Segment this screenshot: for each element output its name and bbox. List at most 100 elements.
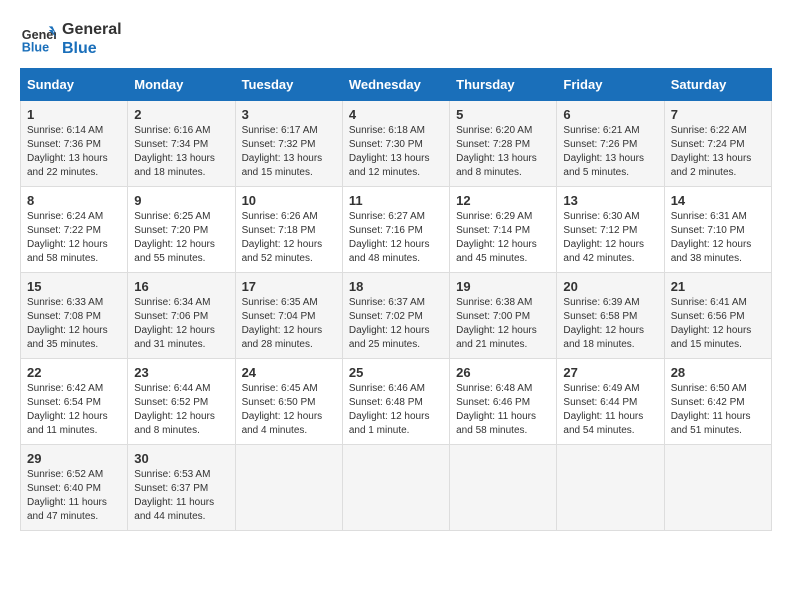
day-info: Sunrise: 6:14 AMSunset: 7:36 PMDaylight:… bbox=[27, 124, 121, 180]
day-number: 19 bbox=[456, 279, 550, 294]
calendar-cell: 5Sunrise: 6:20 AMSunset: 7:28 PMDaylight… bbox=[450, 101, 557, 187]
weekday-header-row: SundayMondayTuesdayWednesdayThursdayFrid… bbox=[21, 69, 772, 101]
day-number: 28 bbox=[671, 365, 765, 380]
day-info: Sunrise: 6:35 AMSunset: 7:04 PMDaylight:… bbox=[242, 296, 336, 352]
calendar-table: SundayMondayTuesdayWednesdayThursdayFrid… bbox=[20, 68, 772, 531]
calendar-cell: 30 Sunrise: 6:53 AMSunset: 6:37 PMDayligh… bbox=[128, 445, 235, 531]
day-number: 8 bbox=[27, 193, 121, 208]
day-number: 6 bbox=[563, 107, 657, 122]
day-number: 20 bbox=[563, 279, 657, 294]
calendar-cell: 17 Sunrise: 6:35 AMSunset: 7:04 PMDayligh… bbox=[235, 273, 342, 359]
weekday-header-tuesday: Tuesday bbox=[235, 69, 342, 101]
day-info: Sunrise: 6:50 AMSunset: 6:42 PMDaylight:… bbox=[671, 382, 765, 438]
calendar-week-5: 29Sunrise: 6:52 AMSunset: 6:40 PMDayligh… bbox=[21, 445, 772, 531]
calendar-cell: 22 Sunrise: 6:42 AMSunset: 6:54 PMDayligh… bbox=[21, 359, 128, 445]
day-info: Sunrise: 6:24 AMSunset: 7:22 PMDaylight:… bbox=[27, 210, 121, 266]
day-number: 10 bbox=[242, 193, 336, 208]
day-info: Sunrise: 6:46 AMSunset: 6:48 PMDaylight:… bbox=[349, 382, 443, 438]
day-info: Sunrise: 6:27 AMSunset: 7:16 PMDaylight:… bbox=[349, 210, 443, 266]
day-info: Sunrise: 6:45 AMSunset: 6:50 PMDaylight:… bbox=[242, 382, 336, 438]
calendar-cell: 6 Sunrise: 6:21 AMSunset: 7:26 PMDaylight… bbox=[557, 101, 664, 187]
calendar-cell: 27 Sunrise: 6:49 AMSunset: 6:44 PMDayligh… bbox=[557, 359, 664, 445]
page-header: General Blue General Blue bbox=[20, 20, 772, 58]
day-info: Sunrise: 6:26 AMSunset: 7:18 PMDaylight:… bbox=[242, 210, 336, 266]
day-number: 27 bbox=[563, 365, 657, 380]
logo-icon: General Blue bbox=[20, 21, 56, 57]
logo-general: General bbox=[62, 20, 122, 39]
calendar-cell bbox=[664, 445, 771, 531]
day-info: Sunrise: 6:20 AMSunset: 7:28 PMDaylight:… bbox=[456, 124, 550, 180]
day-info: Sunrise: 6:31 AMSunset: 7:10 PMDaylight:… bbox=[671, 210, 765, 266]
logo-blue: Blue bbox=[62, 39, 122, 58]
day-number: 18 bbox=[349, 279, 443, 294]
day-info: Sunrise: 6:49 AMSunset: 6:44 PMDaylight:… bbox=[563, 382, 657, 438]
day-info: Sunrise: 6:38 AMSunset: 7:00 PMDaylight:… bbox=[456, 296, 550, 352]
day-info: Sunrise: 6:33 AMSunset: 7:08 PMDaylight:… bbox=[27, 296, 121, 352]
svg-text:Blue: Blue bbox=[22, 41, 49, 55]
day-number: 25 bbox=[349, 365, 443, 380]
day-info: Sunrise: 6:21 AMSunset: 7:26 PMDaylight:… bbox=[563, 124, 657, 180]
weekday-header-friday: Friday bbox=[557, 69, 664, 101]
day-number: 30 bbox=[134, 451, 228, 466]
weekday-header-sunday: Sunday bbox=[21, 69, 128, 101]
calendar-cell: 20 Sunrise: 6:39 AMSunset: 6:58 PMDayligh… bbox=[557, 273, 664, 359]
calendar-cell: 25 Sunrise: 6:46 AMSunset: 6:48 PMDayligh… bbox=[342, 359, 449, 445]
calendar-cell: 14Sunrise: 6:31 AMSunset: 7:10 PMDayligh… bbox=[664, 187, 771, 273]
calendar-week-2: 8 Sunrise: 6:24 AMSunset: 7:22 PMDaylight… bbox=[21, 187, 772, 273]
day-number: 13 bbox=[563, 193, 657, 208]
day-number: 17 bbox=[242, 279, 336, 294]
day-info: Sunrise: 6:48 AMSunset: 6:46 PMDaylight:… bbox=[456, 382, 550, 438]
day-info: Sunrise: 6:29 AMSunset: 7:14 PMDaylight:… bbox=[456, 210, 550, 266]
calendar-cell: 28 Sunrise: 6:50 AMSunset: 6:42 PMDayligh… bbox=[664, 359, 771, 445]
day-number: 15 bbox=[27, 279, 121, 294]
calendar-cell: 9Sunrise: 6:25 AMSunset: 7:20 PMDaylight… bbox=[128, 187, 235, 273]
day-number: 21 bbox=[671, 279, 765, 294]
calendar-cell: 13Sunrise: 6:30 AMSunset: 7:12 PMDayligh… bbox=[557, 187, 664, 273]
calendar-cell: 15 Sunrise: 6:33 AMSunset: 7:08 PMDayligh… bbox=[21, 273, 128, 359]
day-number: 24 bbox=[242, 365, 336, 380]
calendar-cell: 26 Sunrise: 6:48 AMSunset: 6:46 PMDayligh… bbox=[450, 359, 557, 445]
weekday-header-wednesday: Wednesday bbox=[342, 69, 449, 101]
calendar-cell: 4Sunrise: 6:18 AMSunset: 7:30 PMDaylight… bbox=[342, 101, 449, 187]
day-info: Sunrise: 6:53 AMSunset: 6:37 PMDaylight:… bbox=[134, 468, 228, 524]
weekday-header-monday: Monday bbox=[128, 69, 235, 101]
day-number: 23 bbox=[134, 365, 228, 380]
calendar-week-1: 1 Sunrise: 6:14 AMSunset: 7:36 PMDaylight… bbox=[21, 101, 772, 187]
calendar-cell: 16 Sunrise: 6:34 AMSunset: 7:06 PMDayligh… bbox=[128, 273, 235, 359]
day-info: Sunrise: 6:42 AMSunset: 6:54 PMDaylight:… bbox=[27, 382, 121, 438]
day-info: Sunrise: 6:37 AMSunset: 7:02 PMDaylight:… bbox=[349, 296, 443, 352]
day-number: 1 bbox=[27, 107, 121, 122]
calendar-cell: 23 Sunrise: 6:44 AMSunset: 6:52 PMDayligh… bbox=[128, 359, 235, 445]
day-info: Sunrise: 6:39 AMSunset: 6:58 PMDaylight:… bbox=[563, 296, 657, 352]
calendar-cell: 19 Sunrise: 6:38 AMSunset: 7:00 PMDayligh… bbox=[450, 273, 557, 359]
day-number: 26 bbox=[456, 365, 550, 380]
day-number: 22 bbox=[27, 365, 121, 380]
calendar-cell bbox=[450, 445, 557, 531]
calendar-cell: 24 Sunrise: 6:45 AMSunset: 6:50 PMDayligh… bbox=[235, 359, 342, 445]
weekday-header-thursday: Thursday bbox=[450, 69, 557, 101]
calendar-cell: 11 Sunrise: 6:27 AMSunset: 7:16 PMDayligh… bbox=[342, 187, 449, 273]
day-number: 7 bbox=[671, 107, 765, 122]
day-info: Sunrise: 6:16 AMSunset: 7:34 PMDaylight:… bbox=[134, 124, 228, 180]
calendar-cell: 18 Sunrise: 6:37 AMSunset: 7:02 PMDayligh… bbox=[342, 273, 449, 359]
day-info: Sunrise: 6:34 AMSunset: 7:06 PMDaylight:… bbox=[134, 296, 228, 352]
day-info: Sunrise: 6:44 AMSunset: 6:52 PMDaylight:… bbox=[134, 382, 228, 438]
weekday-header-saturday: Saturday bbox=[664, 69, 771, 101]
day-number: 12 bbox=[456, 193, 550, 208]
day-number: 2 bbox=[134, 107, 228, 122]
logo: General Blue General Blue bbox=[20, 20, 122, 58]
day-number: 9 bbox=[134, 193, 228, 208]
calendar-cell bbox=[235, 445, 342, 531]
calendar-cell: 21 Sunrise: 6:41 AMSunset: 6:56 PMDayligh… bbox=[664, 273, 771, 359]
calendar-cell: 3Sunrise: 6:17 AMSunset: 7:32 PMDaylight… bbox=[235, 101, 342, 187]
day-info: Sunrise: 6:41 AMSunset: 6:56 PMDaylight:… bbox=[671, 296, 765, 352]
day-number: 16 bbox=[134, 279, 228, 294]
day-info: Sunrise: 6:22 AMSunset: 7:24 PMDaylight:… bbox=[671, 124, 765, 180]
day-number: 11 bbox=[349, 193, 443, 208]
calendar-cell bbox=[557, 445, 664, 531]
calendar-cell: 1 Sunrise: 6:14 AMSunset: 7:36 PMDaylight… bbox=[21, 101, 128, 187]
calendar-cell: 2 Sunrise: 6:16 AMSunset: 7:34 PMDaylight… bbox=[128, 101, 235, 187]
calendar-cell: 29Sunrise: 6:52 AMSunset: 6:40 PMDayligh… bbox=[21, 445, 128, 531]
calendar-cell: 12 Sunrise: 6:29 AMSunset: 7:14 PMDayligh… bbox=[450, 187, 557, 273]
calendar-cell: 7 Sunrise: 6:22 AMSunset: 7:24 PMDaylight… bbox=[664, 101, 771, 187]
